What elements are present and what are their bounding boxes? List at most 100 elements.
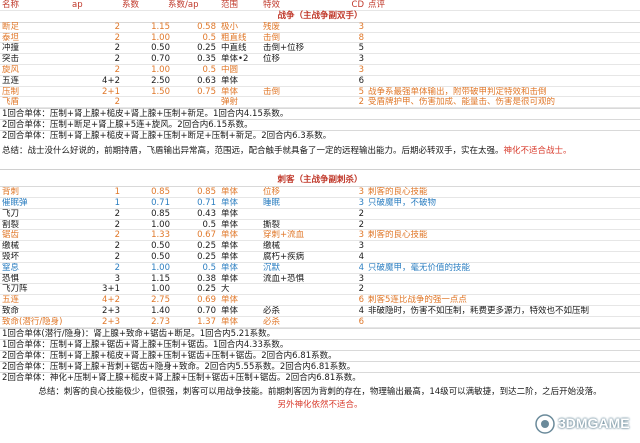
cell[interactable]: 缴械 [2,241,72,252]
cell[interactable]: 粗直线 [221,33,267,44]
cell[interactable]: 腐朽+疾病 [263,252,317,263]
cell[interactable]: 0.85 [122,209,170,220]
column-header[interactable]: 特效 [263,0,317,11]
cell[interactable]: 3+1 [72,284,120,295]
cell[interactable]: 五连 [2,295,72,306]
cell[interactable]: 2 [72,22,120,33]
cell[interactable]: 2 [72,220,120,231]
cell[interactable]: 0.38 [168,274,216,285]
cell[interactable]: 0.25 [168,241,216,252]
cell[interactable]: 冲撞 [2,43,72,54]
cell[interactable]: 2+3 [72,306,120,317]
cell[interactable]: 位移 [263,187,317,198]
cell[interactable]: 缴械 [263,241,317,252]
cell[interactable]: 单体 [221,317,267,328]
cell[interactable]: 2+3 [72,317,120,328]
cell[interactable]: 2 [72,65,120,76]
cell[interactable] [368,241,638,252]
cell[interactable]: 单体 [221,198,267,209]
cell[interactable]: 5 [318,43,364,54]
cell[interactable]: 2+1 [72,87,120,98]
cell[interactable]: 刺客的良心技能 [368,187,638,198]
cell[interactable]: 0.25 [168,252,216,263]
cell[interactable]: 单体 [221,252,267,263]
cell[interactable]: 非破隐时，伤害不如压制，耗费更多源力，特效也不如压制 [368,306,638,317]
cell[interactable]: 2 [72,33,120,44]
cell[interactable]: 0.50 [122,43,170,54]
cell[interactable]: 3 [318,22,364,33]
cell[interactable]: 撕裂 [263,220,317,231]
cell[interactable]: 毁坏 [2,252,72,263]
cell[interactable]: 中圆 [221,65,267,76]
cell[interactable]: 2 [72,97,120,108]
cell[interactable]: 2 [318,97,364,108]
cell[interactable]: 单体•2 [221,54,267,65]
cell[interactable]: 锯齿 [2,230,72,241]
cell[interactable]: 0.35 [168,54,216,65]
cell[interactable]: 刺客的良心技能 [368,230,638,241]
cell[interactable]: 单体 [221,209,267,220]
cell[interactable]: 6 [318,295,364,306]
cell[interactable] [368,22,638,33]
cell[interactable] [368,43,638,54]
cell[interactable]: 断足 [2,22,72,33]
cell[interactable]: 0.5 [168,33,216,44]
cell[interactable] [368,54,638,65]
cell[interactable] [368,317,638,328]
cell[interactable]: 0.75 [168,87,216,98]
cell[interactable]: 大 [221,284,267,295]
cell[interactable]: 1.50 [122,87,170,98]
cell[interactable]: 2 [72,230,120,241]
cell[interactable]: 飞刀 [2,209,72,220]
cell[interactable]: 击倒 [263,33,317,44]
cell[interactable]: 1.00 [122,263,170,274]
cell[interactable]: 3 [318,65,364,76]
cell[interactable]: 沉默 [263,263,317,274]
cell[interactable]: 2 [318,220,364,231]
cell[interactable] [368,209,638,220]
cell[interactable]: 0.50 [122,241,170,252]
cell[interactable] [368,33,638,44]
cell[interactable] [368,65,638,76]
cell[interactable]: 2 [318,209,364,220]
cell[interactable]: 4+2 [72,76,120,87]
column-header[interactable]: 系数 [122,0,170,11]
cell[interactable]: 单体 [221,230,267,241]
cell[interactable]: 中直线 [221,43,267,54]
cell[interactable]: 0.25 [168,284,216,295]
cell[interactable]: 1.37 [168,317,216,328]
cell[interactable] [263,65,317,76]
cell[interactable]: 3 [318,187,364,198]
cell[interactable]: 0.5 [168,263,216,274]
cell[interactable]: 突击 [2,54,72,65]
cell[interactable]: 单体 [221,263,267,274]
cell[interactable]: 单体 [221,220,267,231]
column-header[interactable]: 范围 [221,0,267,11]
cell[interactable]: 1.33 [122,230,170,241]
cell[interactable]: 1 [72,198,120,209]
cell[interactable] [263,209,317,220]
cell[interactable]: 3 [318,54,364,65]
cell[interactable] [122,97,170,108]
column-header[interactable]: ap [72,0,120,11]
cell[interactable]: 1 [72,187,120,198]
cell[interactable]: 压制 [2,87,72,98]
cell[interactable]: 单体 [221,306,267,317]
cell[interactable]: 0.69 [168,295,216,306]
cell[interactable]: 只破魔甲，不破物 [368,198,638,209]
cell[interactable]: 单体 [221,187,267,198]
cell[interactable] [368,76,638,87]
cell[interactable]: 1.40 [122,306,170,317]
cell[interactable]: 单体 [221,241,267,252]
cell[interactable]: 0.50 [122,252,170,263]
cell[interactable]: 刺客5连比战争的强一点点 [368,295,638,306]
cell[interactable]: 飞盾 [2,97,72,108]
cell[interactable]: 飞刀阵 [2,284,72,295]
cell[interactable]: 4 [318,263,364,274]
cell[interactable]: 2 [72,209,120,220]
cell[interactable]: 单体 [221,295,267,306]
column-header[interactable]: 点评 [368,0,638,11]
cell[interactable]: 0.71 [168,198,216,209]
column-header[interactable]: CD [318,0,364,11]
cell[interactable]: 0.5 [168,220,216,231]
